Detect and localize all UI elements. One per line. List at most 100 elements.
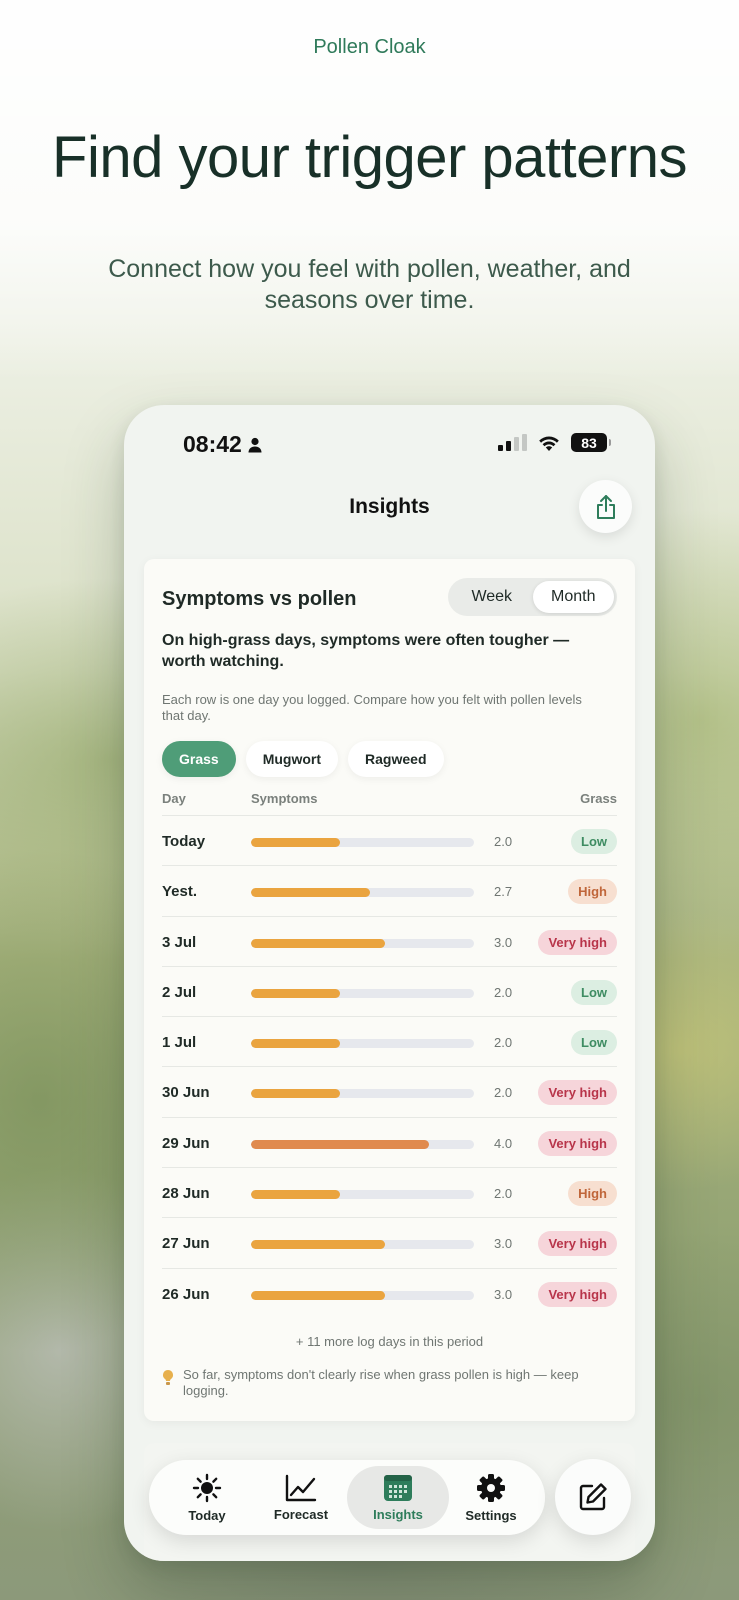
row-day: 27 Jun (162, 1235, 210, 1253)
sun-icon (192, 1473, 222, 1502)
pollen-level-badge: Very high (538, 1281, 617, 1307)
share-icon (596, 494, 615, 519)
segment-week[interactable]: Week (451, 581, 533, 613)
table-row: 27 Jun 3.0 Very high (162, 1217, 617, 1267)
pollen-level-badge: Very high (538, 929, 617, 955)
row-day: Today (162, 833, 206, 850)
row-day: 26 Jun (162, 1285, 210, 1303)
table-row: 29 Jun 4.0 Very high (162, 1116, 617, 1167)
tab-settings[interactable]: Settings (445, 1466, 537, 1529)
symptom-score: 3.0 (494, 1286, 513, 1302)
symptom-score: 2.0 (494, 1186, 513, 1202)
card-title: Symptoms vs pollen (162, 588, 357, 610)
symptom-bar-track (251, 1290, 474, 1300)
tab-insights-label: Insights (373, 1506, 423, 1522)
tab-bar: Today Forecast Insights Settings (149, 1460, 545, 1535)
tab-today[interactable]: Today (161, 1466, 253, 1529)
pollen-level-badge: High (568, 879, 617, 905)
table-header: Day Symptoms Grass (162, 791, 617, 811)
symptom-bar-track (251, 888, 474, 898)
chip-ragweed[interactable]: Ragweed (348, 741, 444, 777)
insight-text: On high-grass days, symptoms were often … (162, 632, 570, 670)
segment-month[interactable]: Month (532, 581, 614, 613)
page-title: Insights (349, 495, 430, 518)
symptom-bar-fill (251, 1190, 341, 1200)
symptom-bar-fill (251, 1290, 385, 1300)
row-day: 29 Jun (162, 1134, 210, 1152)
tab-insights[interactable]: Insights (347, 1466, 449, 1529)
symptom-score: 3.0 (494, 1236, 513, 1252)
row-day: 2 Jul (162, 983, 197, 1001)
subheadline: Connect how you feel with pollen, weathe… (108, 255, 631, 314)
symptom-bar-fill (251, 1139, 430, 1149)
wifi-icon (539, 436, 559, 451)
tab-forecast-label: Forecast (273, 1506, 329, 1522)
clock: 08:42 (183, 431, 242, 457)
pattern-note: So far, symptoms don't clearly rise when… (162, 1367, 602, 1399)
symptom-bar-fill (251, 1039, 341, 1049)
symptom-bar-track (251, 1190, 474, 1200)
symptom-log-table: Today 2.0 Low Yest. 2.7 High 3 Jul 3.0 Very high… (162, 815, 617, 1318)
tab-settings-label: Settings (465, 1507, 517, 1523)
cellular-signal-icon (498, 434, 527, 451)
table-row: 26 Jun 3.0 Very high (162, 1267, 617, 1318)
table-row: 30 Jun 2.0 Very high (162, 1066, 617, 1116)
tab-forecast[interactable]: Forecast (255, 1466, 347, 1529)
lightbulb-icon (163, 1370, 173, 1385)
status-bar: 08:42 83 (124, 405, 655, 475)
pollen-level-badge: Low (571, 979, 617, 1005)
gear-icon (477, 1473, 505, 1502)
symptom-bar-fill (251, 1240, 385, 1250)
symptom-bar-track (251, 1240, 474, 1250)
symptom-score: 2.0 (494, 834, 513, 849)
symptom-bar-fill (251, 938, 385, 948)
pollen-level-badge: Low (571, 829, 617, 854)
line-chart-icon (285, 1474, 317, 1501)
row-day: 3 Jul (162, 933, 197, 951)
more-days-text: + 11 more log days in this period (295, 1334, 484, 1349)
table-row: 3 Jul 3.0 Very high (162, 915, 617, 966)
column-day: Day (162, 791, 186, 806)
row-day: Yest. (162, 883, 198, 901)
symptom-bar-fill (251, 838, 341, 847)
symptom-bar-track (251, 838, 474, 847)
brand-name: Pollen Cloak (313, 36, 426, 58)
chip-grass[interactable]: Grass (162, 741, 236, 777)
table-row: 2 Jul 2.0 Low (162, 965, 617, 1016)
pollen-level-badge: Low (571, 1030, 617, 1056)
symptom-bar-track (251, 1089, 474, 1099)
status-time: 08:42 (183, 431, 262, 458)
pollen-level-badge: Very high (538, 1130, 617, 1156)
share-button[interactable] (579, 480, 632, 533)
person-icon (248, 437, 262, 452)
symptom-score: 3.0 (494, 934, 513, 950)
symptom-bar-track (251, 938, 474, 948)
helper-text: Each row is one day you logged. Compare … (162, 692, 582, 723)
row-day: 30 Jun (162, 1084, 210, 1102)
symptoms-vs-pollen-card: Symptoms vs pollen Week Month On high-gr… (144, 559, 635, 1421)
column-pollen-level: Grass (580, 791, 617, 806)
new-log-button[interactable] (555, 1459, 631, 1535)
tab-today-label: Today (188, 1507, 226, 1523)
table-row: 28 Jun 2.0 High (162, 1167, 617, 1217)
symptom-bar-fill (251, 988, 341, 998)
column-symptoms: Symptoms (251, 791, 318, 806)
symptom-score: 2.0 (494, 1035, 513, 1051)
table-row: Yest. 2.7 High (162, 865, 617, 915)
row-day: 28 Jun (162, 1185, 210, 1203)
symptom-score: 2.7 (494, 884, 513, 900)
symptom-score: 2.0 (494, 984, 513, 1000)
pattern-note-text: So far, symptoms don't clearly rise when… (183, 1367, 579, 1398)
calendar-icon (384, 1474, 412, 1501)
table-row: Today 2.0 Low (162, 815, 617, 865)
symptom-bar-fill (251, 1089, 341, 1099)
pollen-level-badge: Very high (538, 1080, 617, 1106)
chip-mugwort[interactable]: Mugwort (245, 741, 339, 777)
period-segmented-control: Week Month (448, 578, 617, 616)
table-row: 1 Jul 2.0 Low (162, 1016, 617, 1066)
pollen-filter-chips: Grass Mugwort Ragweed (162, 741, 444, 777)
pollen-level-badge: High (568, 1181, 617, 1207)
headline: Find your trigger patterns (52, 125, 687, 190)
phone-mockup: 08:42 83 Insights Symptoms vs pollen Wee… (124, 405, 655, 1561)
battery-icon: 83 (571, 433, 611, 452)
